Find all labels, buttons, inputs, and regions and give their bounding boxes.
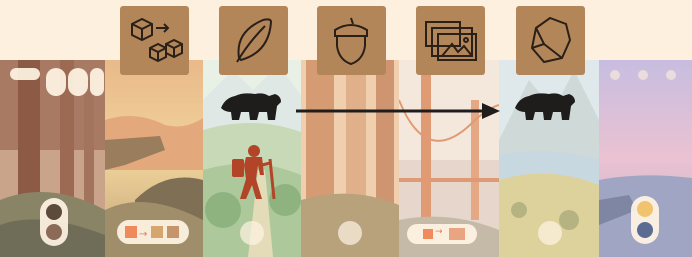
acorn-icon — [334, 17, 368, 66]
resource-pill[interactable] — [68, 68, 88, 96]
resource-pill[interactable] — [90, 68, 104, 96]
bear-icon — [219, 88, 283, 128]
tile-stone — [516, 6, 585, 75]
tile-landscape-photos — [416, 6, 485, 75]
stone-icon — [530, 16, 572, 64]
bear-icon — [513, 88, 577, 128]
hiker-icon — [230, 145, 280, 205]
stone-slot[interactable] — [538, 221, 562, 245]
menu-pill[interactable] — [10, 68, 40, 80]
transfer-arrow — [296, 103, 501, 123]
tile-resources-to-cubes — [120, 6, 189, 75]
acorn-slot[interactable] — [338, 221, 362, 245]
leaf-icon — [236, 18, 273, 63]
status-dot — [638, 70, 648, 80]
tile-acorn — [317, 6, 386, 75]
photo-trade-bar[interactable]: → — [407, 224, 477, 244]
leaf-slot[interactable] — [240, 221, 264, 245]
landscape-photos-icon — [425, 21, 477, 61]
tile-leaf — [219, 6, 288, 75]
status-dot — [666, 70, 676, 80]
status-dot — [610, 70, 620, 80]
trade-resources-bar[interactable]: → — [117, 220, 189, 244]
resources-to-cubes-icon — [131, 17, 183, 63]
daylight-toggle[interactable] — [631, 196, 659, 244]
resource-pill[interactable] — [46, 68, 66, 96]
token-toggle[interactable] — [40, 198, 68, 246]
